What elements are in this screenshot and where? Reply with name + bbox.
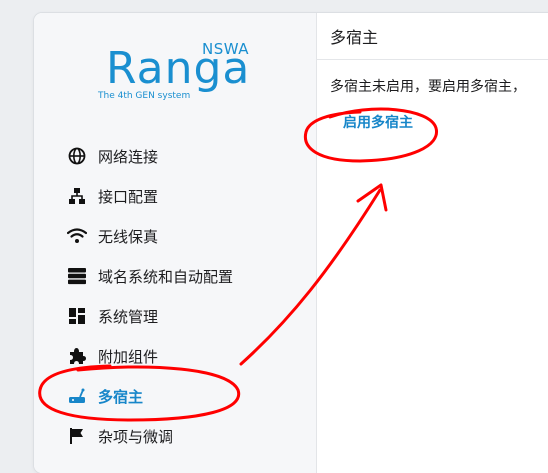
network-tree-icon — [66, 185, 88, 207]
sidebar-item-label: 多宿主 — [98, 387, 144, 406]
wifi-icon — [66, 225, 88, 247]
page-title: 多宿主 — [330, 28, 379, 47]
sidebar-item-addons[interactable]: 附加组件 — [66, 336, 233, 376]
globe-icon — [66, 145, 88, 167]
sidebar-item-label: 杂项与微调 — [98, 427, 174, 446]
main-panel: 多宿主 多宿主未启用，要启用多宿主， 启用多宿主 — [316, 13, 548, 473]
sidebar-item-multihoming[interactable]: 多宿主 — [66, 376, 233, 416]
sidebar-item-label: 接口配置 — [98, 187, 159, 206]
sidebar-item-label: 附加组件 — [98, 347, 159, 366]
enable-multihoming-button[interactable]: 启用多宿主 — [343, 112, 413, 132]
sidebar: NSWA Ranga The 4th GEN system 网络连接 接口配置 — [34, 13, 317, 473]
app-window: NSWA Ranga The 4th GEN system 网络连接 接口配置 — [34, 13, 548, 473]
sidebar-item-label: 网络连接 — [98, 147, 159, 166]
sidebar-item-system[interactable]: 系统管理 — [66, 296, 233, 336]
sidebar-menu: 网络连接 接口配置 无线保真 域名系统和自动配置 系统管理 附加组件 多宿主 杂… — [66, 136, 233, 456]
sidebar-item-wifi[interactable]: 无线保真 — [66, 216, 233, 256]
logo-tagline: The 4th GEN system — [98, 91, 191, 101]
sidebar-item-interfaces[interactable]: 接口配置 — [66, 176, 233, 216]
flag-icon — [66, 425, 88, 447]
sidebar-item-label: 无线保真 — [98, 227, 159, 246]
sidebar-item-misc[interactable]: 杂项与微调 — [66, 416, 233, 456]
sidebar-item-dns[interactable]: 域名系统和自动配置 — [66, 256, 233, 296]
server-stack-icon — [66, 265, 88, 287]
puzzle-icon — [66, 345, 88, 367]
router-icon — [66, 385, 88, 407]
status-message: 多宿主未启用，要启用多宿主， — [330, 79, 526, 95]
sidebar-item-label: 域名系统和自动配置 — [98, 267, 234, 286]
main-body: 多宿主未启用，要启用多宿主， 启用多宿主 — [316, 60, 548, 148]
dashboard-icon — [66, 305, 88, 327]
logo: NSWA Ranga The 4th GEN system — [98, 37, 258, 109]
logo-name: Ranga — [106, 43, 251, 94]
main-header: 多宿主 — [316, 13, 548, 60]
sidebar-item-label: 系统管理 — [98, 307, 159, 326]
sidebar-item-network[interactable]: 网络连接 — [66, 136, 233, 176]
